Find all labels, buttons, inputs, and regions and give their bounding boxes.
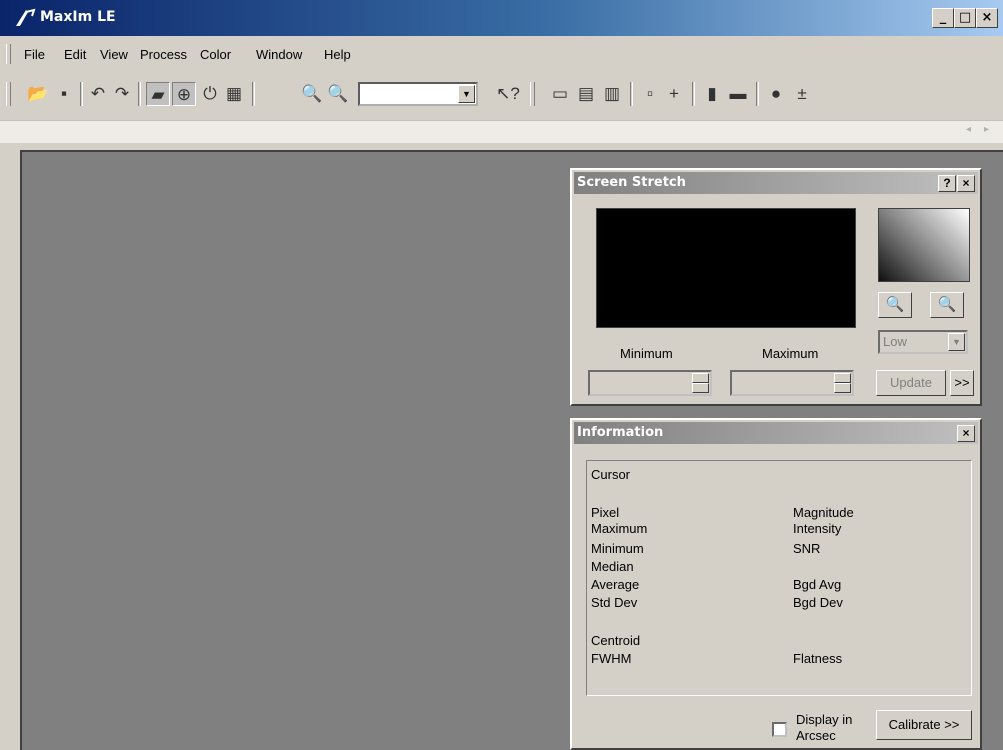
arcsec-checkbox[interactable] bbox=[772, 722, 787, 737]
scroll-left-icon[interactable]: ◂ bbox=[966, 124, 971, 135]
pixel-label: Pixel bbox=[591, 505, 620, 520]
overlay-icon[interactable]: ▤ bbox=[574, 82, 598, 106]
chevron-down-icon[interactable]: ▼ bbox=[948, 333, 965, 351]
flatness-label: Flatness bbox=[793, 651, 843, 666]
maximum-label: Maximum bbox=[762, 346, 819, 361]
close-button[interactable]: × bbox=[976, 8, 998, 28]
ruler-icon[interactable]: ▭ bbox=[548, 82, 572, 106]
copy-icon[interactable]: ▫ bbox=[638, 82, 662, 106]
stretch-mode-value: Low bbox=[883, 334, 907, 349]
maximize-button[interactable]: □ bbox=[954, 8, 976, 28]
toolbar-separator bbox=[630, 82, 633, 106]
undo-icon[interactable]: ↶ bbox=[86, 82, 110, 106]
plusminus-icon[interactable]: ± bbox=[790, 82, 814, 106]
histogram-icon[interactable]: ▮ bbox=[700, 82, 724, 106]
menu-file[interactable]: File bbox=[24, 47, 45, 62]
screen-stretch-title-bar[interactable]: Screen Stretch bbox=[574, 172, 978, 194]
properties-icon[interactable]: ▦ bbox=[222, 82, 246, 106]
spin-down-icon[interactable] bbox=[692, 383, 709, 393]
zoom-out-icon[interactable]: 🔍 bbox=[326, 82, 350, 106]
information-title-bar[interactable]: Information bbox=[574, 422, 978, 444]
save-icon[interactable]: ▪ bbox=[52, 82, 76, 106]
screen-stretch-title: Screen Stretch bbox=[577, 175, 686, 190]
spin-up-icon[interactable] bbox=[834, 373, 851, 383]
zoom-in-button[interactable]: 🔍 bbox=[878, 292, 912, 318]
minimum-label: Minimum bbox=[591, 541, 644, 556]
color-preview bbox=[878, 208, 970, 282]
redo-icon[interactable]: ↷ bbox=[110, 82, 134, 106]
toolbar-separator bbox=[756, 82, 759, 106]
toolbar-grip[interactable] bbox=[530, 82, 535, 106]
crosshair-icon[interactable]: + bbox=[662, 82, 686, 106]
information-title: Information bbox=[577, 425, 664, 440]
bgd-dev-label: Bgd Dev bbox=[793, 595, 843, 610]
magnitude-label: Magnitude bbox=[793, 505, 854, 520]
menu-bar: File Edit View Process Color Window Help bbox=[0, 36, 1003, 70]
spin-up-icon[interactable] bbox=[692, 373, 709, 383]
minimum-spinner[interactable] bbox=[588, 370, 712, 396]
open-folder-icon[interactable]: 📂 bbox=[26, 82, 50, 106]
title-bar[interactable]: MaxIm LE _ □ × bbox=[0, 0, 1003, 36]
tab-strip: ◂ ▸ bbox=[0, 120, 1003, 143]
screen-stretch-panel: Screen Stretch ? × 🔍 🔍 Low ▼ Minimum Max… bbox=[570, 168, 982, 406]
expand-button[interactable]: >> bbox=[950, 370, 974, 396]
update-button[interactable]: Update bbox=[876, 370, 946, 396]
toolbar-separator bbox=[252, 82, 255, 106]
zoom-out-button[interactable]: 🔍 bbox=[930, 292, 964, 318]
star-icon[interactable]: ● bbox=[764, 82, 788, 106]
app-logo-icon bbox=[14, 8, 36, 28]
arcsec-checkbox-label-1: Display in bbox=[796, 712, 853, 727]
zoom-in-icon[interactable]: 🔍 bbox=[300, 82, 324, 106]
menu-process[interactable]: Process bbox=[140, 47, 187, 62]
strip-icon[interactable]: ▬ bbox=[726, 82, 750, 106]
snr-label: SNR bbox=[793, 541, 821, 556]
screen-stretch-icon[interactable]: ▰ bbox=[146, 82, 170, 106]
toolbar-grip[interactable] bbox=[6, 82, 11, 106]
median-label: Median bbox=[591, 559, 634, 574]
toolbar-separator bbox=[692, 82, 695, 106]
minimize-button[interactable]: _ bbox=[932, 8, 954, 28]
spin-down-icon[interactable] bbox=[834, 383, 851, 393]
chevron-down-icon[interactable]: ▼ bbox=[458, 85, 475, 103]
menubar-grip[interactable] bbox=[6, 44, 11, 64]
zoom-in-icon: 🔍 bbox=[885, 296, 905, 313]
zoom-out-icon: 🔍 bbox=[937, 296, 957, 313]
information-icon[interactable]: ⊕ bbox=[172, 82, 196, 106]
toolbar-separator bbox=[80, 82, 83, 106]
arcsec-checkbox-label-2: Arcsec bbox=[796, 728, 836, 743]
stretch-mode-select[interactable]: Low ▼ bbox=[878, 330, 968, 354]
window-title: MaxIm LE bbox=[40, 9, 116, 25]
scroll-right-icon[interactable]: ▸ bbox=[984, 124, 989, 135]
toolbar: 📂 ▪ ↶ ↷ ▰ ⊕ ⏻ ▦ 🔍 🔍 ▼ ↖? ▭ ▤ ▥ ▫ + ▮ ▬ ●… bbox=[0, 70, 1003, 120]
report-icon[interactable]: ▥ bbox=[600, 82, 624, 106]
information-readout: Cursor Pixel Maximum Minimum Median Aver… bbox=[586, 460, 972, 696]
menu-help[interactable]: Help bbox=[324, 47, 351, 62]
histogram-display[interactable] bbox=[596, 208, 856, 328]
split-icon[interactable]: ⏻ bbox=[198, 82, 222, 106]
context-help-icon[interactable]: ↖? bbox=[496, 82, 520, 106]
information-panel: Information × Cursor Pixel Maximum Minim… bbox=[570, 418, 982, 750]
maximum-spinner[interactable] bbox=[730, 370, 854, 396]
centroid-label: Centroid bbox=[591, 633, 641, 648]
toolbar-separator bbox=[138, 82, 141, 106]
minimum-label: Minimum bbox=[620, 346, 673, 361]
menu-window[interactable]: Window bbox=[256, 47, 302, 62]
close-button[interactable]: × bbox=[957, 425, 975, 442]
fwhm-label: FWHM bbox=[591, 651, 632, 666]
maximum-label: Maximum bbox=[591, 521, 648, 536]
menu-edit[interactable]: Edit bbox=[64, 47, 86, 62]
zoom-combo[interactable]: ▼ bbox=[358, 82, 478, 106]
cursor-label: Cursor bbox=[591, 467, 631, 482]
intensity-label: Intensity bbox=[793, 521, 842, 536]
menu-view[interactable]: View bbox=[100, 47, 128, 62]
help-button[interactable]: ? bbox=[938, 175, 956, 192]
calibrate-button[interactable]: Calibrate >> bbox=[876, 710, 972, 740]
close-button[interactable]: × bbox=[957, 175, 975, 192]
menu-color[interactable]: Color bbox=[200, 47, 231, 62]
bgd-avg-label: Bgd Avg bbox=[793, 577, 842, 592]
std-dev-label: Std Dev bbox=[591, 595, 638, 610]
average-label: Average bbox=[591, 577, 640, 592]
